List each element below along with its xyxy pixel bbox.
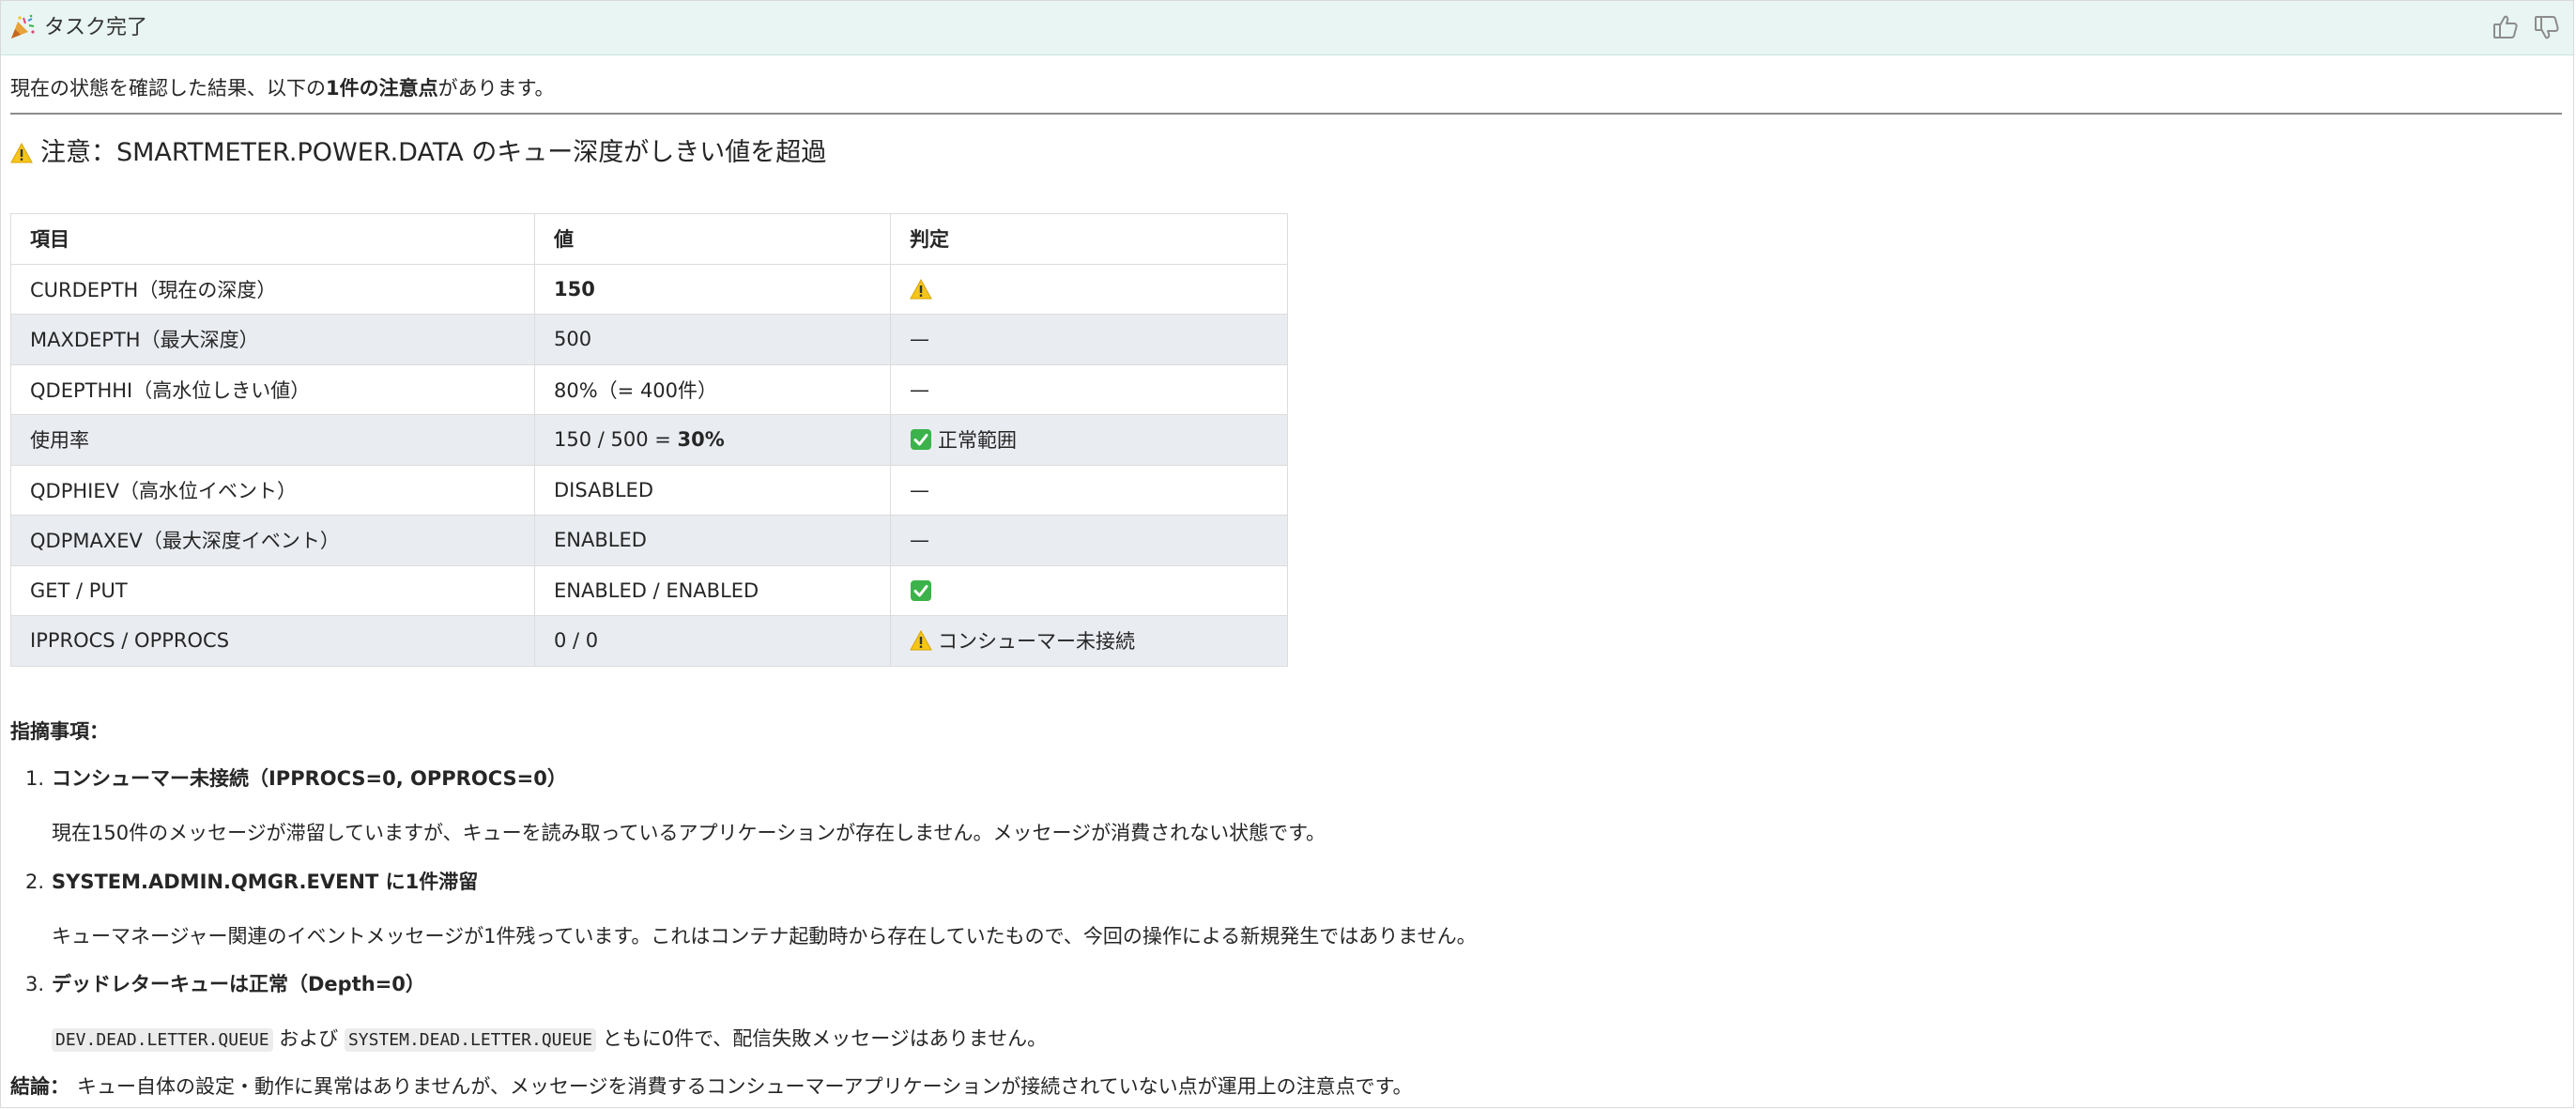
- finding-body-3: DEV.DEAD.LETTER.QUEUE および SYSTEM.DEAD.LE…: [52, 1024, 1047, 1056]
- cell-item: QDPMAXEV（最大深度イベント）: [10, 515, 535, 566]
- cell-value: ENABLED / ENABLED: [534, 564, 891, 616]
- cell-judge: コンシューマー未接続: [890, 615, 1288, 667]
- cell-value-text: 150 / 500 =: [554, 428, 678, 452]
- finding-number: 1.: [25, 767, 45, 790]
- cell-judge-text: 正常範囲: [938, 429, 1017, 453]
- cell-judge: —: [890, 515, 1288, 566]
- finding-number: 2.: [25, 871, 45, 893]
- cell-value: 150 / 500 = 30%: [534, 414, 891, 466]
- warning-icon: [910, 278, 932, 300]
- cell-value: 150: [534, 263, 891, 315]
- task-complete-panel: タスク完了 現在の状態を確認した結果、以下の1件の注意点があります。 注意：SM…: [0, 0, 2574, 1108]
- cell-item: 使用率: [10, 414, 535, 466]
- cell-value-text: 150: [554, 277, 595, 301]
- heading-text: 注意：SMARTMETER.POWER.DATA のキュー深度がしきい値を超過: [40, 138, 827, 167]
- table-row: QDPMAXEV（最大深度イベント） ENABLED —: [10, 515, 1288, 566]
- cell-item: MAXDEPTH（最大深度）: [10, 314, 535, 365]
- cell-item: GET / PUT: [10, 564, 535, 616]
- code-system-dlq: SYSTEM.DEAD.LETTER.QUEUE: [344, 1028, 597, 1052]
- queue-status-table: 項目 値 判定 CURDEPTH（現在の深度） 150 MAXDEPTH（最大深…: [10, 213, 1288, 667]
- intro-text: 現在の状態を確認した結果、以下の1件の注意点があります。: [10, 72, 555, 104]
- cell-value-bold: 30%: [677, 428, 725, 452]
- check-icon: [911, 429, 931, 451]
- table-row: QDPHIEV（高水位イベント） DISABLED —: [10, 464, 1288, 516]
- column-header-judge: 判定: [890, 213, 1288, 265]
- code-dev-dlq: DEV.DEAD.LETTER.QUEUE: [52, 1028, 273, 1052]
- warning-icon: [910, 630, 932, 651]
- cell-judge-text: コンシューマー未接続: [938, 630, 1135, 654]
- intro-emphasis: 1件の注意点: [326, 77, 438, 100]
- table-header-row: 項目 値 判定: [10, 213, 1288, 265]
- conclusion: 結論： キュー自体の設定・動作に異常はありませんが、メッセージを消費するコンシュー…: [10, 1071, 1413, 1102]
- thumbs-up-icon[interactable]: [2491, 12, 2521, 42]
- thumbs-down-icon[interactable]: [2532, 12, 2562, 42]
- column-header-value: 値: [534, 213, 891, 265]
- table-row: QDEPTHHI（高水位しきい値） 80%（= 400件） —: [10, 363, 1288, 415]
- divider: [10, 113, 2562, 115]
- findings-title: 指摘事項：: [10, 720, 109, 743]
- table-row: CURDEPTH（現在の深度） 150: [10, 263, 1288, 315]
- cell-value: 0 / 0: [534, 615, 891, 667]
- finding-number: 3.: [25, 973, 45, 995]
- panel-title: タスク完了: [44, 16, 148, 39]
- cell-item: QDPHIEV（高水位イベント）: [10, 464, 535, 516]
- cell-item: CURDEPTH（現在の深度）: [10, 263, 535, 315]
- finding-title-text: SYSTEM.ADMIN.QMGR.EVENT に1件滞留: [52, 871, 479, 893]
- table-row: MAXDEPTH（最大深度） 500 —: [10, 314, 1288, 365]
- warning-heading: 注意：SMARTMETER.POWER.DATA のキュー深度がしきい値を超過: [10, 134, 826, 172]
- finding-title-1: 1. コンシューマー未接続（IPPROCS=0, OPPROCS=0）: [25, 763, 567, 794]
- cell-judge: [890, 564, 1288, 616]
- cell-value: 500: [534, 314, 891, 365]
- panel-header: タスク完了: [1, 1, 2573, 55]
- table-row: GET / PUT ENABLED / ENABLED: [10, 564, 1288, 616]
- cell-item: QDEPTHHI（高水位しきい値）: [10, 363, 535, 415]
- cell-judge: —: [890, 314, 1288, 365]
- cell-value: 80%（= 400件）: [534, 363, 891, 415]
- conclusion-text: キュー自体の設定・動作に異常はありませんが、メッセージを消費するコンシューマーア…: [77, 1075, 1413, 1098]
- finding-body-1: 現在150件のメッセージが滞留していますが、キューを読み取っているアプリケーショ…: [52, 822, 1326, 844]
- finding-title-text: デッドレターキューは正常（Depth=0）: [52, 973, 425, 995]
- intro-prefix: 現在の状態を確認した結果、以下の: [10, 77, 326, 100]
- cell-judge: [890, 263, 1288, 315]
- cell-judge: —: [890, 464, 1288, 516]
- finding-title-2: 2. SYSTEM.ADMIN.QMGR.EVENT に1件滞留: [25, 867, 478, 897]
- table-row: IPPROCS / OPPROCS 0 / 0 コンシューマー未接続: [10, 615, 1288, 667]
- cell-judge: 正常範囲: [890, 414, 1288, 466]
- warning-icon: [10, 143, 33, 163]
- party-popper-icon: [11, 14, 35, 39]
- finding-body-2: キューマネージャー関連のイベントメッセージが1件残っています。これはコンテナ起動…: [52, 925, 1477, 948]
- cell-value: ENABLED: [534, 515, 891, 566]
- conclusion-label: 結論：: [10, 1075, 69, 1098]
- cell-value: DISABLED: [534, 464, 891, 516]
- finding-body-tail: ともに0件で、配信失敗メッセージはありません。: [596, 1027, 1048, 1050]
- cell-item: IPPROCS / OPPROCS: [10, 615, 535, 667]
- cell-judge: —: [890, 363, 1288, 415]
- finding-title-3: 3. デッドレターキューは正常（Depth=0）: [25, 969, 425, 999]
- finding-body-mid: および: [272, 1027, 345, 1050]
- finding-title-text: コンシューマー未接続（IPPROCS=0, OPPROCS=0）: [52, 767, 567, 790]
- intro-suffix: があります。: [437, 77, 555, 100]
- table-row: 使用率 150 / 500 = 30% 正常範囲: [10, 414, 1288, 466]
- column-header-item: 項目: [10, 213, 535, 265]
- check-icon: [911, 579, 931, 601]
